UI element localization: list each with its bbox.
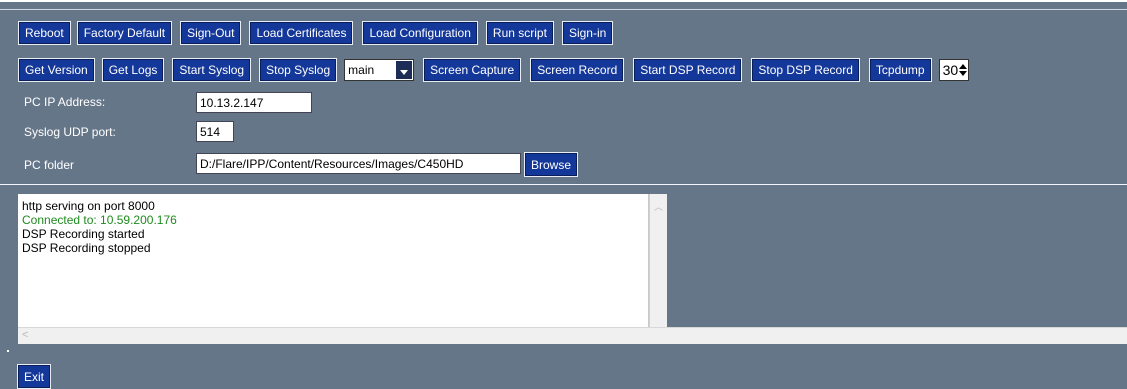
chevron-down-icon[interactable]	[396, 61, 413, 79]
sign-in-button[interactable]: Sign-in	[561, 21, 614, 45]
target-select-value: main	[348, 63, 375, 77]
log-horizontal-scrollbar[interactable]: <	[18, 327, 1127, 344]
scroll-up-icon[interactable]: ︿	[654, 200, 663, 213]
stop-dsp-record-button[interactable]: Stop DSP Record	[751, 58, 860, 82]
start-dsp-record-button[interactable]: Start DSP Record	[633, 58, 743, 82]
target-select[interactable]: main	[344, 59, 415, 81]
log-line: http serving on port 8000	[22, 199, 155, 213]
browse-button[interactable]: Browse	[524, 152, 579, 177]
get-logs-button[interactable]: Get Logs	[101, 58, 165, 82]
stop-syslog-button[interactable]: Stop Syslog	[259, 58, 338, 82]
spinner-arrows-icon[interactable]	[959, 64, 968, 76]
log-vertical-scrollbar[interactable]: ︿	[649, 194, 667, 327]
pc-folder-field[interactable]: D:/Flare/IPP/Content/Resources/Images/C4…	[196, 153, 521, 174]
pc-ip-field[interactable]: 10.13.2.147	[196, 92, 312, 113]
reboot-button[interactable]: Reboot	[18, 21, 71, 45]
duration-value: 30	[942, 62, 959, 78]
sign-out-button[interactable]: Sign-Out	[180, 21, 242, 45]
tcpdump-button[interactable]: Tcpdump	[868, 58, 932, 82]
pc-folder-label: PC folder	[24, 158, 75, 172]
pc-ip-label: PC IP Address:	[24, 95, 106, 109]
syslog-port-label: Syslog UDP port:	[24, 125, 116, 139]
load-configuration-button[interactable]: Load Configuration	[362, 21, 478, 45]
log-output[interactable]: http serving on port 8000 Connected to: …	[18, 194, 649, 327]
syslog-port-field[interactable]: 514	[196, 121, 234, 142]
top-border	[0, 0, 1127, 2]
screen-record-button[interactable]: Screen Record	[530, 58, 625, 82]
get-version-button[interactable]: Get Version	[18, 58, 95, 82]
factory-default-button[interactable]: Factory Default	[76, 21, 173, 45]
log-line: DSP Recording started	[22, 227, 145, 241]
duration-spinner[interactable]: 30	[938, 59, 970, 81]
exit-button[interactable]: Exit	[17, 364, 52, 389]
load-certificates-button[interactable]: Load Certificates	[249, 21, 354, 45]
log-line: DSP Recording stopped	[22, 241, 151, 255]
resize-grip	[7, 350, 9, 352]
screen-capture-button[interactable]: Screen Capture	[423, 58, 522, 82]
top-border-line	[0, 9, 1127, 10]
toolbar-row-2: Get Version Get Logs Start Syslog Stop S…	[18, 58, 970, 82]
divider	[0, 184, 1127, 185]
log-line: Connected to: 10.59.200.176	[22, 213, 177, 227]
toolbar-row-1: Reboot Factory Default Sign-Out Load Cer…	[18, 21, 620, 45]
start-syslog-button[interactable]: Start Syslog	[172, 58, 252, 82]
scroll-left-icon[interactable]: <	[22, 329, 28, 341]
run-script-button[interactable]: Run script	[485, 21, 554, 45]
